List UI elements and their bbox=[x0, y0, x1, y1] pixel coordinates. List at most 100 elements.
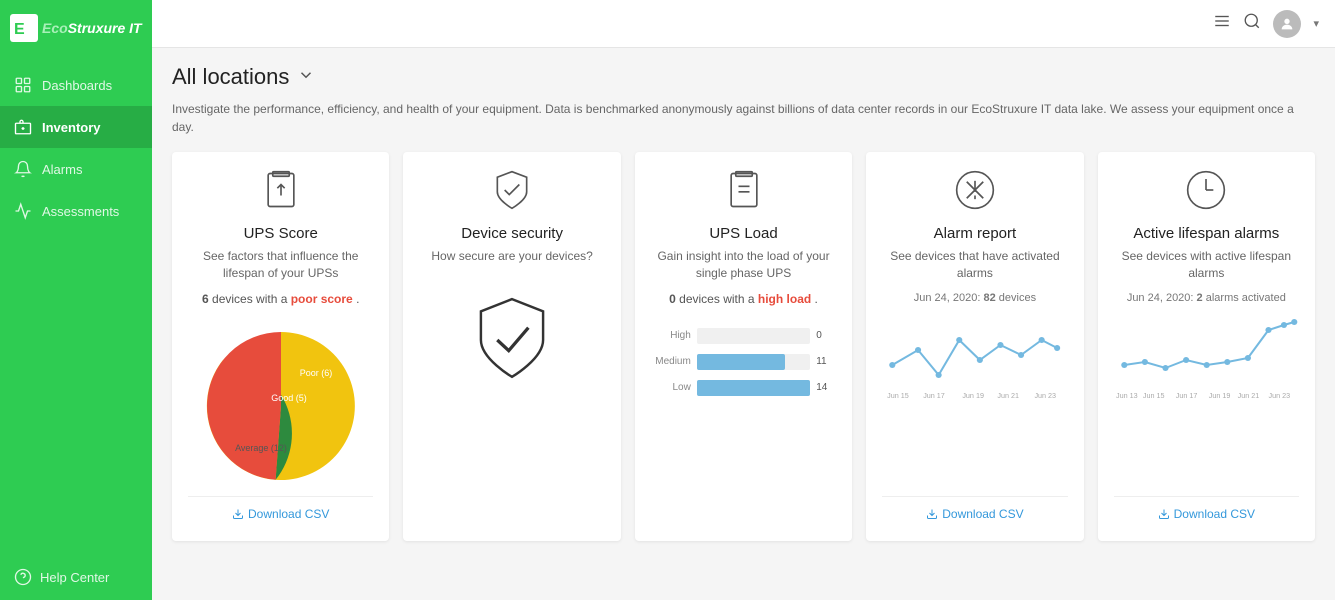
sidebar-item-inventory-label: Inventory bbox=[42, 120, 101, 135]
active-lifespan-download[interactable]: Download CSV bbox=[1158, 507, 1255, 521]
svg-text:Jun 19: Jun 19 bbox=[963, 392, 985, 400]
alarm-report-icon bbox=[953, 168, 997, 217]
device-security-card: Device security How secure are your devi… bbox=[403, 152, 620, 541]
sidebar-nav: Dashboards Inventory Alarms Assessments bbox=[0, 56, 152, 554]
bar-track-low bbox=[697, 380, 810, 396]
ups-score-subtitle: See factors that influence the lifespan … bbox=[188, 248, 373, 282]
alarm-report-card: Alarm report See devices that have activ… bbox=[866, 152, 1083, 541]
user-avatar[interactable] bbox=[1273, 10, 1301, 38]
bar-label-low: Low bbox=[651, 382, 691, 393]
sidebar-item-assessments-label: Assessments bbox=[42, 204, 119, 219]
active-lifespan-title: Active lifespan alarms bbox=[1133, 225, 1279, 242]
alarm-download-label: Download CSV bbox=[942, 507, 1023, 521]
page-title: All locations bbox=[172, 64, 289, 90]
active-lifespan-footer: Download CSV bbox=[1114, 496, 1299, 525]
alarm-line-chart: Jun 15 Jun 17 Jun 19 Jun 21 Jun 23 bbox=[882, 310, 1067, 405]
bar-fill-low bbox=[697, 380, 810, 396]
device-security-subtitle: How secure are your devices? bbox=[431, 248, 592, 265]
ups-load-highlight: high load bbox=[758, 292, 811, 306]
bar-fill-medium bbox=[697, 354, 785, 370]
ups-score-highlight: poor score bbox=[291, 292, 353, 306]
ups-load-bar-chart: High 0 Medium 11 Low bbox=[651, 324, 836, 410]
active-lifespan-date: Jun 24, 2020: 2 alarms activated bbox=[1127, 292, 1286, 304]
ups-load-stat: 0 devices with a high load . bbox=[669, 292, 818, 306]
user-dropdown-arrow[interactable]: ▾ bbox=[1313, 17, 1319, 30]
ups-score-download-label: Download CSV bbox=[248, 507, 329, 521]
alarm-report-footer: Download CSV bbox=[882, 496, 1067, 525]
alarm-date-count: 82 bbox=[983, 292, 995, 304]
inventory-icon bbox=[14, 118, 32, 136]
svg-text:Jun 15: Jun 15 bbox=[887, 392, 909, 400]
location-dropdown[interactable] bbox=[297, 66, 315, 89]
ups-score-count: 6 bbox=[202, 292, 209, 306]
help-icon bbox=[14, 568, 32, 586]
topbar-right: ▾ bbox=[1213, 10, 1319, 38]
assessment-icon bbox=[14, 202, 32, 220]
lifespan-date-count: 2 bbox=[1197, 292, 1203, 304]
bar-row-low: Low 14 bbox=[651, 380, 836, 396]
ups-score-stat-text: devices with a bbox=[212, 292, 291, 306]
bar-value-low: 14 bbox=[816, 382, 836, 393]
svg-text:Good (5): Good (5) bbox=[271, 393, 307, 403]
ups-load-title: UPS Load bbox=[709, 225, 777, 242]
ups-load-icon bbox=[722, 168, 766, 217]
lifespan-date-text: Jun 24, 2020: bbox=[1127, 292, 1194, 304]
bar-track-medium bbox=[697, 354, 810, 370]
alarm-report-title: Alarm report bbox=[934, 225, 1017, 242]
main-content: ▾ All locations Investigate the performa… bbox=[152, 0, 1335, 600]
sidebar-item-inventory[interactable]: Inventory bbox=[0, 106, 152, 148]
search-icon[interactable] bbox=[1243, 12, 1261, 35]
sidebar-item-alarms[interactable]: Alarms bbox=[0, 148, 152, 190]
sidebar: E EcoStruxure IT Dashboards Inventory bbox=[0, 0, 152, 600]
content-area: All locations Investigate the performanc… bbox=[152, 48, 1335, 600]
ups-score-icon bbox=[259, 168, 303, 217]
svg-text:Average (12): Average (12) bbox=[235, 443, 287, 453]
svg-text:Jun 17: Jun 17 bbox=[1175, 392, 1197, 400]
device-security-icon bbox=[490, 168, 534, 217]
bar-value-high: 0 bbox=[816, 330, 836, 341]
logo-icon: E bbox=[10, 14, 38, 42]
lifespan-download-label: Download CSV bbox=[1174, 507, 1255, 521]
bar-row-medium: Medium 11 bbox=[651, 354, 836, 370]
alarm-report-download[interactable]: Download CSV bbox=[926, 507, 1023, 521]
ups-score-title: UPS Score bbox=[244, 225, 318, 242]
alarm-icon bbox=[14, 160, 32, 178]
ups-score-card: UPS Score See factors that influence the… bbox=[172, 152, 389, 541]
ups-load-card: UPS Load Gain insight into the load of y… bbox=[635, 152, 852, 541]
alarm-date-text: Jun 24, 2020: bbox=[914, 292, 981, 304]
bar-label-medium: Medium bbox=[651, 356, 691, 367]
ups-score-suffix: . bbox=[356, 292, 359, 306]
alarm-report-subtitle: See devices that have activated alarms bbox=[882, 248, 1067, 282]
bar-label-high: High bbox=[651, 330, 691, 341]
ups-load-subtitle: Gain insight into the load of your singl… bbox=[651, 248, 836, 282]
svg-text:Poor (6): Poor (6) bbox=[299, 368, 332, 378]
svg-text:E: E bbox=[14, 21, 25, 38]
bar-row-high: High 0 bbox=[651, 328, 836, 344]
logo: E EcoStruxure IT bbox=[0, 0, 152, 56]
lifespan-date-unit: alarms activated bbox=[1206, 292, 1286, 304]
active-lifespan-icon bbox=[1184, 168, 1228, 217]
sidebar-item-dashboards-label: Dashboards bbox=[42, 78, 112, 93]
device-security-title: Device security bbox=[461, 225, 563, 242]
sidebar-item-dashboards[interactable]: Dashboards bbox=[0, 64, 152, 106]
ups-score-download[interactable]: Download CSV bbox=[232, 507, 329, 521]
svg-text:Jun 19: Jun 19 bbox=[1208, 392, 1230, 400]
sidebar-item-assessments[interactable]: Assessments bbox=[0, 190, 152, 232]
logo-text: EcoStruxure IT bbox=[42, 20, 142, 36]
cards-row: UPS Score See factors that influence the… bbox=[172, 152, 1315, 541]
svg-text:Jun 15: Jun 15 bbox=[1142, 392, 1164, 400]
svg-text:Jun 23: Jun 23 bbox=[1268, 392, 1290, 400]
svg-text:Jun 21: Jun 21 bbox=[1237, 392, 1259, 400]
ups-score-stat: 6 devices with a poor score . bbox=[202, 292, 359, 306]
svg-text:Jun 21: Jun 21 bbox=[998, 392, 1020, 400]
active-lifespan-subtitle: See devices with active lifespan alarms bbox=[1114, 248, 1299, 282]
alarm-date-unit: devices bbox=[999, 292, 1036, 304]
svg-text:Jun 17: Jun 17 bbox=[923, 392, 945, 400]
help-center[interactable]: Help Center bbox=[0, 554, 152, 600]
menu-icon[interactable] bbox=[1213, 12, 1231, 35]
svg-text:Jun 23: Jun 23 bbox=[1035, 392, 1057, 400]
sidebar-item-alarms-label: Alarms bbox=[42, 162, 82, 177]
dashboard-icon bbox=[14, 76, 32, 94]
help-center-label: Help Center bbox=[40, 570, 109, 585]
page-description: Investigate the performance, efficiency,… bbox=[172, 100, 1315, 136]
